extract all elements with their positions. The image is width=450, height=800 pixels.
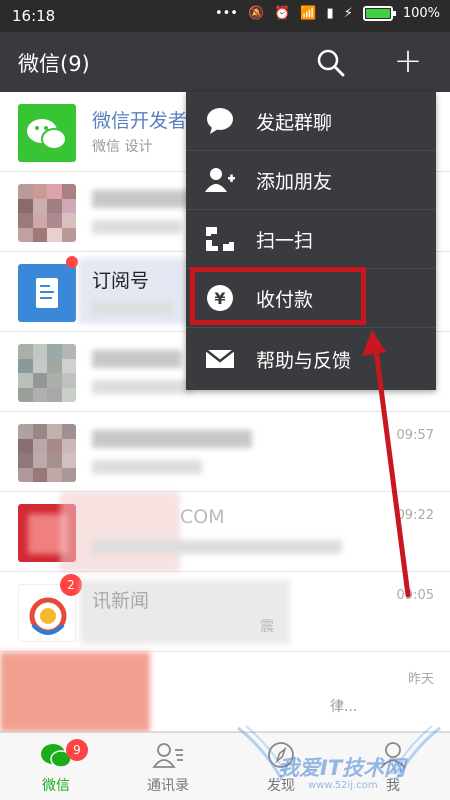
chat-bubble-icon bbox=[207, 108, 233, 134]
scan-icon bbox=[206, 227, 234, 251]
blurred-preview bbox=[92, 302, 172, 314]
menu-item-scan[interactable]: 扫一扫 bbox=[186, 210, 436, 269]
tab-label: 微信 bbox=[42, 778, 70, 794]
app-bar: 微信(9) + bbox=[0, 32, 450, 92]
avatar bbox=[18, 424, 76, 482]
blurred-preview bbox=[92, 220, 182, 234]
chat-preview: 微信 设计 bbox=[92, 139, 153, 155]
add-friend-icon bbox=[205, 168, 235, 192]
tab-unread-badge: 9 bbox=[66, 739, 88, 761]
bottom-tab-bar: 9 微信 通讯录 发现 我 bbox=[0, 732, 450, 800]
document-icon bbox=[36, 278, 58, 308]
battery-icon bbox=[362, 6, 396, 21]
highlight-annotation-box bbox=[190, 267, 366, 325]
status-icons: ••• 🔕 ⏰ 📶 ▮ ⚡ 100% bbox=[215, 6, 440, 21]
tab-me[interactable]: 我 bbox=[337, 733, 449, 800]
chat-name: 讯新闻 bbox=[92, 590, 150, 612]
avatar bbox=[18, 344, 76, 402]
chat-name: COM bbox=[180, 506, 225, 528]
chat-preview: 震 bbox=[260, 619, 274, 635]
chat-time: 09:22 bbox=[396, 508, 434, 523]
chat-time: 09:57 bbox=[396, 428, 434, 443]
chat-time: 09:05 bbox=[396, 588, 434, 603]
blurred-preview bbox=[92, 460, 202, 474]
blurred-preview bbox=[92, 540, 342, 554]
mute-icon: 🔕 bbox=[247, 6, 265, 21]
avatar bbox=[18, 184, 76, 242]
menu-item-group-chat[interactable]: 发起群聊 bbox=[186, 92, 436, 151]
profile-icon bbox=[380, 742, 406, 769]
blurred-preview bbox=[92, 380, 192, 394]
wifi-icon: 📶 bbox=[300, 6, 317, 21]
charging-icon: ⚡ bbox=[343, 6, 353, 21]
compass-icon bbox=[268, 742, 294, 768]
search-icon[interactable] bbox=[316, 48, 346, 78]
unread-badge: 2 bbox=[60, 574, 82, 596]
chat-row[interactable]: 09:57 bbox=[0, 412, 450, 492]
menu-item-label: 发起群聊 bbox=[256, 112, 333, 134]
tab-label: 通讯录 bbox=[147, 778, 189, 794]
menu-item-label: 添加朋友 bbox=[256, 171, 333, 193]
tab-chats[interactable]: 9 微信 bbox=[0, 733, 112, 800]
menu-item-help[interactable]: 帮助与反馈 bbox=[186, 330, 436, 389]
wechat-logo-avatar bbox=[18, 104, 76, 162]
subscription-avatar bbox=[18, 264, 76, 322]
blurred-name bbox=[92, 430, 252, 448]
blurred-name bbox=[92, 190, 192, 208]
contacts-tab-icon bbox=[152, 743, 183, 768]
menu-item-label: 帮助与反馈 bbox=[256, 350, 352, 372]
more-dots-icon: ••• bbox=[214, 6, 238, 21]
page-title: 微信(9) bbox=[18, 52, 90, 76]
wechat-bubbles-icon bbox=[27, 119, 67, 150]
chat-time: 昨天 bbox=[407, 672, 434, 687]
tab-label: 我 bbox=[386, 778, 400, 794]
status-bar: 16:18 ••• 🔕 ⏰ 📶 ▮ ⚡ 100% bbox=[0, 0, 450, 32]
tab-label: 发现 bbox=[267, 778, 295, 794]
chat-name: 订阅号 bbox=[92, 270, 150, 292]
blurred-avatar bbox=[0, 652, 150, 732]
tab-contacts[interactable]: 通讯录 bbox=[112, 733, 224, 800]
blur-overlay bbox=[60, 492, 180, 572]
mail-icon bbox=[205, 349, 235, 368]
plus-menu-button[interactable]: + bbox=[392, 44, 424, 78]
menu-item-add-friend[interactable]: 添加朋友 bbox=[186, 151, 436, 210]
chat-preview: 律... bbox=[330, 699, 358, 715]
plus-dropdown-menu: 发起群聊 添加朋友 扫一扫 ¥ 收付款 帮助与反馈 bbox=[186, 92, 436, 390]
blurred-name bbox=[92, 350, 182, 368]
chat-row[interactable]: COM 09:22 bbox=[0, 492, 450, 572]
status-time: 16:18 bbox=[12, 7, 56, 25]
chat-name: 微信开发者 bbox=[92, 110, 188, 132]
chat-row[interactable]: 2 讯新闻 震 09:05 bbox=[0, 572, 450, 652]
battery-percent: 100% bbox=[402, 6, 440, 21]
signal-icon: ▮ bbox=[326, 6, 334, 21]
alarm-icon: ⏰ bbox=[274, 6, 291, 21]
chat-row[interactable]: 律... 昨天 bbox=[0, 652, 450, 732]
tab-discover[interactable]: 发现 bbox=[225, 733, 337, 800]
menu-item-label: 扫一扫 bbox=[256, 230, 314, 252]
unread-dot bbox=[66, 256, 78, 268]
